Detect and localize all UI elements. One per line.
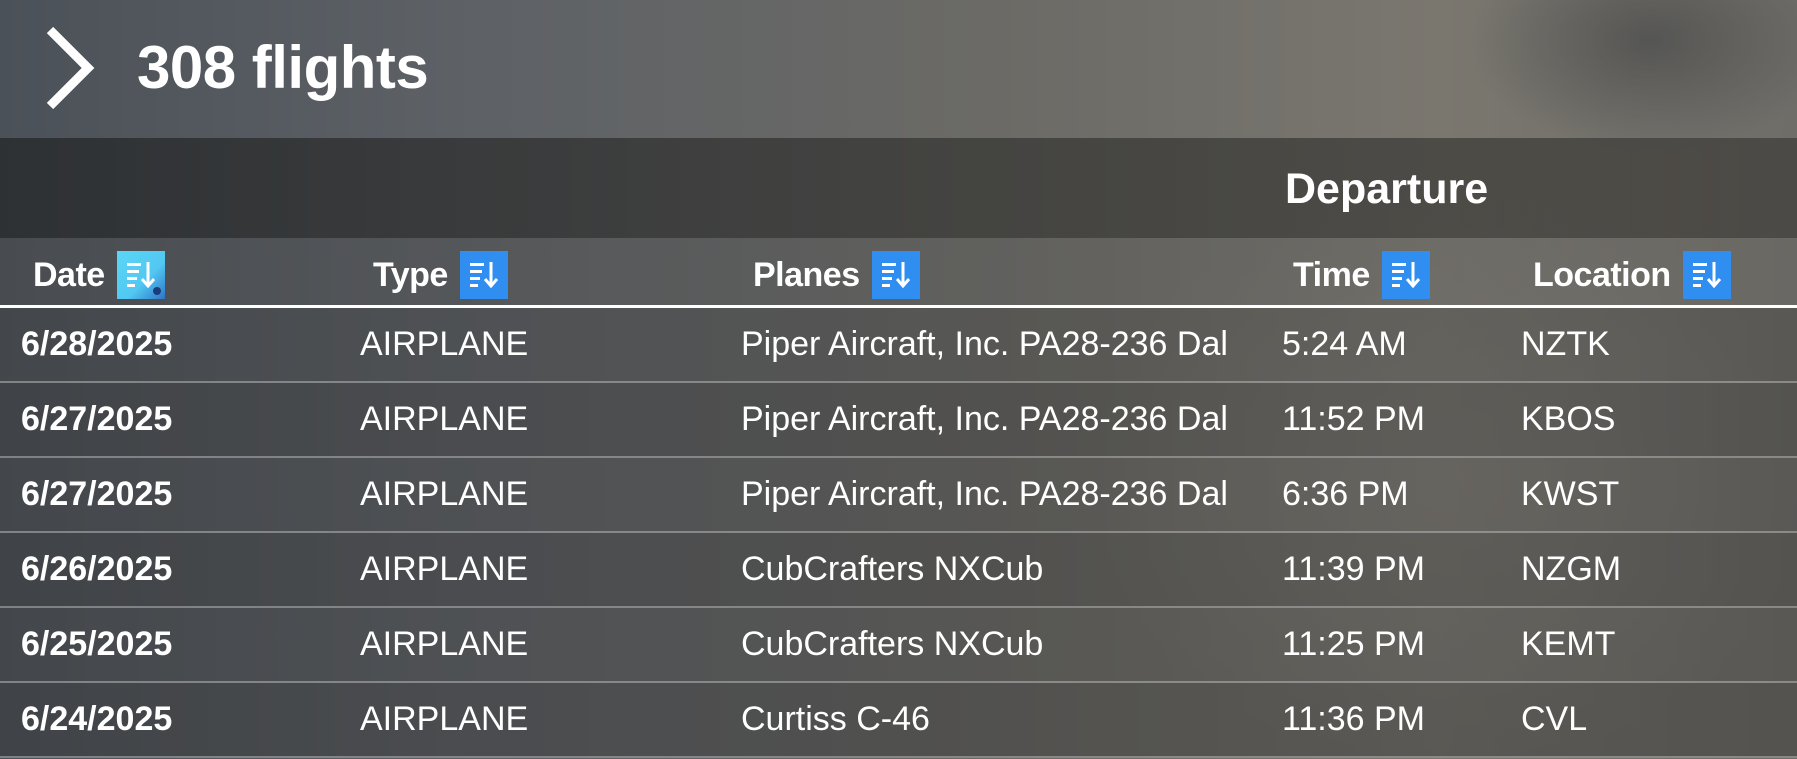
table-row[interactable]: 6/25/2025 AIRPLANE CubCrafters NXCub 11:… <box>0 608 1797 683</box>
cell-plane: Curtiss C-46 <box>741 700 930 738</box>
cell-date: 6/25/2025 <box>21 625 173 663</box>
cell-plane: CubCrafters NXCub <box>741 550 1044 588</box>
cell-type: AIRPLANE <box>360 475 529 513</box>
table-row[interactable]: 6/24/2025 AIRPLANE Curtiss C-46 11:36 PM… <box>0 683 1797 758</box>
cell-date: 6/24/2025 <box>21 700 173 738</box>
cell-date: 6/28/2025 <box>21 325 173 363</box>
cell-time: 11:39 PM <box>1282 550 1426 588</box>
column-group-header: Departure <box>0 138 1797 238</box>
cell-time: 6:36 PM <box>1282 475 1409 513</box>
cell-location: KEMT <box>1521 625 1616 663</box>
column-label-type: Type <box>373 255 448 294</box>
column-label-date: Date <box>33 255 105 294</box>
flights-table-body: 6/28/2025 AIRPLANE Piper Aircraft, Inc. … <box>0 308 1797 758</box>
table-row[interactable]: 6/27/2025 AIRPLANE Piper Aircraft, Inc. … <box>0 458 1797 533</box>
sort-type-button[interactable] <box>459 251 508 299</box>
cell-time: 11:25 PM <box>1282 625 1426 663</box>
sort-icon <box>469 262 498 289</box>
cell-location: KWST <box>1521 475 1620 513</box>
column-label-planes: Planes <box>753 255 860 294</box>
table-row[interactable]: 6/28/2025 AIRPLANE Piper Aircraft, Inc. … <box>0 308 1797 383</box>
header: 308 flights <box>0 0 1797 138</box>
sort-icon <box>1391 262 1420 289</box>
cell-plane: CubCrafters NXCub <box>741 625 1044 663</box>
cell-plane: Piper Aircraft, Inc. PA28-236 Dal <box>741 475 1228 513</box>
column-header-type[interactable]: Type <box>373 251 508 299</box>
column-header-planes[interactable]: Planes <box>753 251 920 299</box>
cell-date: 6/26/2025 <box>21 550 173 588</box>
cell-type: AIRPLANE <box>360 700 529 738</box>
table-row[interactable]: 6/27/2025 AIRPLANE Piper Aircraft, Inc. … <box>0 383 1797 458</box>
cell-date: 6/27/2025 <box>21 400 173 438</box>
table-header: Date Type Planes Time Location <box>0 238 1797 308</box>
cell-location: CVL <box>1521 700 1588 738</box>
cell-plane: Piper Aircraft, Inc. PA28-236 Dal <box>741 325 1228 363</box>
cell-time: 11:52 PM <box>1282 400 1426 438</box>
chevron-right-icon[interactable] <box>44 26 104 110</box>
sort-location-button[interactable] <box>1682 251 1731 299</box>
sort-icon <box>1692 262 1721 289</box>
table-row[interactable]: 6/26/2025 AIRPLANE CubCrafters NXCub 11:… <box>0 533 1797 608</box>
column-header-time[interactable]: Time <box>1293 251 1430 299</box>
cell-type: AIRPLANE <box>360 325 529 363</box>
cell-time: 5:24 AM <box>1282 325 1407 363</box>
sort-time-button[interactable] <box>1381 251 1430 299</box>
column-header-location[interactable]: Location <box>1533 251 1731 299</box>
sort-date-button[interactable] <box>116 251 165 299</box>
sort-planes-button[interactable] <box>871 251 920 299</box>
sort-icon <box>126 262 161 295</box>
departure-group-label: Departure <box>1285 165 1489 213</box>
cell-time: 11:36 PM <box>1282 700 1426 738</box>
column-header-date[interactable]: Date <box>33 251 165 299</box>
cell-plane: Piper Aircraft, Inc. PA28-236 Dal <box>741 400 1228 438</box>
cell-location: NZGM <box>1521 550 1622 588</box>
cell-date: 6/27/2025 <box>21 475 173 513</box>
cell-location: KBOS <box>1521 400 1616 438</box>
column-label-location: Location <box>1533 255 1671 294</box>
cell-type: AIRPLANE <box>360 400 529 438</box>
page-title: 308 flights <box>137 34 429 101</box>
sort-icon <box>881 262 910 289</box>
column-label-time: Time <box>1293 255 1370 294</box>
cell-type: AIRPLANE <box>360 550 529 588</box>
cell-type: AIRPLANE <box>360 625 529 663</box>
cell-location: NZTK <box>1521 325 1610 363</box>
